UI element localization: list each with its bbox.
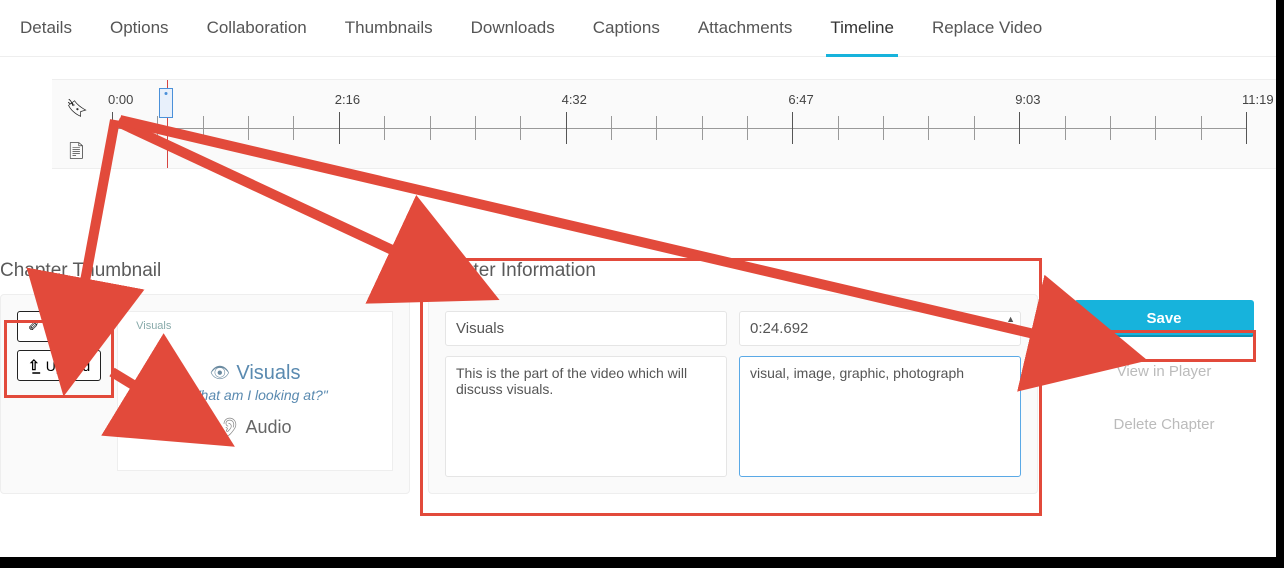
timeline[interactable]: 🔖︎ 📄︎ 0:002:164:326:479:0311:19: [52, 79, 1276, 169]
upload-label: Upload: [46, 358, 90, 374]
auto-label: Auto: [46, 319, 75, 335]
delete-chapter-button[interactable]: Delete Chapter: [1074, 406, 1254, 443]
chapter-thumbnail-panel: ✐ Auto ⇧̲ Upload Visuals 👁︎ Visuals "Wha…: [0, 294, 410, 494]
ear-icon: 👂︎: [219, 417, 242, 437]
auto-button[interactable]: ✐ Auto: [17, 311, 101, 342]
timeline-label: 6:47: [788, 92, 813, 107]
preview-audio: 👂︎ Audio: [118, 417, 392, 438]
eye-icon: 👁︎: [210, 365, 230, 382]
tab-options[interactable]: Options: [110, 18, 169, 56]
tab-collaboration[interactable]: Collaboration: [207, 18, 307, 56]
time-stepper[interactable]: ▲▼: [1006, 316, 1015, 330]
tab-attachments[interactable]: Attachments: [698, 18, 793, 56]
chapter-information-title: Chapter Information: [428, 260, 1038, 282]
tab-thumbnails[interactable]: Thumbnails: [345, 18, 433, 56]
preview-visuals: Visuals: [236, 362, 300, 384]
chevron-down-icon[interactable]: ▼: [1006, 323, 1015, 330]
upload-icon: ⇧̲: [28, 357, 40, 374]
view-in-player-button[interactable]: View in Player: [1074, 353, 1254, 390]
save-button[interactable]: Save: [1074, 300, 1254, 337]
thumbnail-preview: Visuals 👁︎ Visuals "What am I looking at…: [117, 311, 393, 471]
chapter-information-panel: ▲▼: [428, 294, 1038, 494]
preview-sub: "What am I looking at?": [118, 387, 392, 403]
bookmark-icon[interactable]: 🔖︎: [66, 98, 89, 119]
tab-timeline[interactable]: Timeline: [830, 18, 894, 56]
timeline-label: 2:16: [335, 92, 360, 107]
timeline-label: 9:03: [1015, 92, 1040, 107]
timeline-label: 4:32: [562, 92, 587, 107]
chapter-thumbnail-title: Chapter Thumbnail: [0, 260, 410, 282]
tab-details[interactable]: Details: [20, 18, 72, 56]
chapter-name-input[interactable]: [445, 311, 727, 346]
preview-mini: Visuals: [136, 320, 171, 332]
tab-replace-video[interactable]: Replace Video: [932, 18, 1042, 56]
chapter-tags-input[interactable]: [739, 356, 1021, 477]
timeline-ruler[interactable]: 0:002:164:326:479:0311:19: [112, 128, 1246, 129]
preview-audio-label: Audio: [245, 417, 291, 437]
upload-button[interactable]: ⇧̲ Upload: [17, 350, 101, 381]
file-icon[interactable]: 📄︎: [66, 141, 89, 161]
chapter-description-input[interactable]: [445, 356, 727, 477]
tab-captions[interactable]: Captions: [593, 18, 660, 56]
chapter-time-input[interactable]: [739, 311, 1021, 346]
chapter-marker[interactable]: [159, 88, 173, 118]
timeline-label: 11:19: [1242, 92, 1274, 107]
wand-icon: ✐: [28, 318, 40, 335]
tabs-bar: Details Options Collaboration Thumbnails…: [0, 0, 1276, 57]
timeline-label: 0:00: [108, 92, 133, 107]
tab-downloads[interactable]: Downloads: [471, 18, 555, 56]
